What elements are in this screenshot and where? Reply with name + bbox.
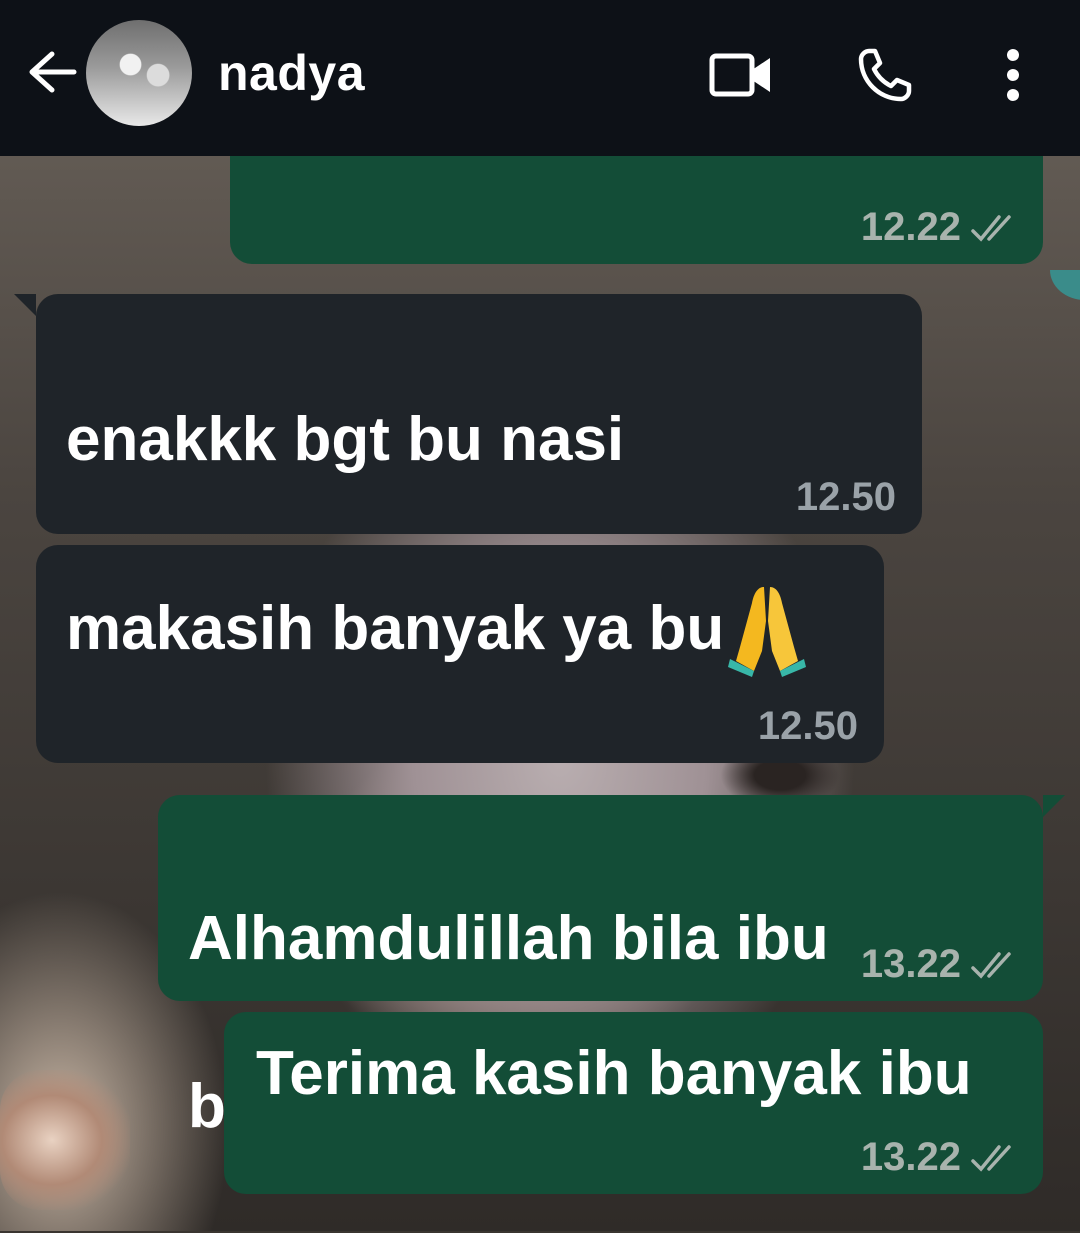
phone-call-icon (858, 48, 912, 102)
message-bubble-incoming[interactable]: makasih banyak ya bu 12.50 (36, 545, 884, 763)
double-check-icon (971, 214, 1011, 242)
message-time: 12.50 (795, 475, 896, 519)
contact-name[interactable]: nadya (218, 44, 365, 102)
message-time: 12.22 (860, 205, 961, 249)
message-text-line: makasih banyak ya bu (66, 594, 725, 663)
message-bubble-incoming[interactable]: enakkk bgt bu nasi kuningnya 12.50 (14, 294, 922, 658)
bubble-tail (1043, 795, 1065, 817)
message-text-line: Alhamdulillah bila ibu (188, 904, 829, 973)
double-check-icon (971, 1144, 1011, 1172)
message-meta: 13.22 (861, 1135, 1017, 1180)
more-options-button[interactable] (978, 40, 1048, 110)
message-text: makasih banyak ya bu (66, 581, 810, 677)
arrow-left-icon (29, 51, 77, 93)
message-meta: 12.50 (796, 475, 896, 520)
more-vert-icon (1007, 49, 1019, 101)
video-call-icon (709, 53, 770, 97)
message-time: 13.22 (860, 942, 961, 986)
video-call-button[interactable] (706, 40, 776, 110)
message-time: 13.22 (860, 1135, 961, 1179)
emoji-partial (1050, 270, 1080, 310)
message-text: Terima kasih banyak ibu (256, 1039, 972, 1108)
chat-header-overlay: nadya (0, 0, 1080, 156)
back-button[interactable] (22, 42, 82, 102)
voice-call-button[interactable] (850, 40, 920, 110)
message-time: 12.50 (757, 704, 858, 748)
bubble-tail (14, 294, 36, 316)
message-meta: 13.22 (861, 942, 1017, 987)
message-meta: 12.50 (758, 704, 858, 749)
message-meta: 12.22 (861, 205, 1017, 250)
wallpaper-detail (0, 1070, 130, 1210)
folded-hands-icon (728, 587, 807, 677)
avatar[interactable] (86, 20, 192, 126)
message-text-line: enakkk bgt bu nasi (66, 405, 625, 474)
message-bubble-outgoing[interactable]: Terima kasih banyak ibu 13.22 (224, 1012, 1043, 1194)
message-bubble-outgoing[interactable]: Alhamdulillah bila ibu berkenan 13.22 (158, 795, 1065, 1141)
double-check-icon (971, 951, 1011, 979)
